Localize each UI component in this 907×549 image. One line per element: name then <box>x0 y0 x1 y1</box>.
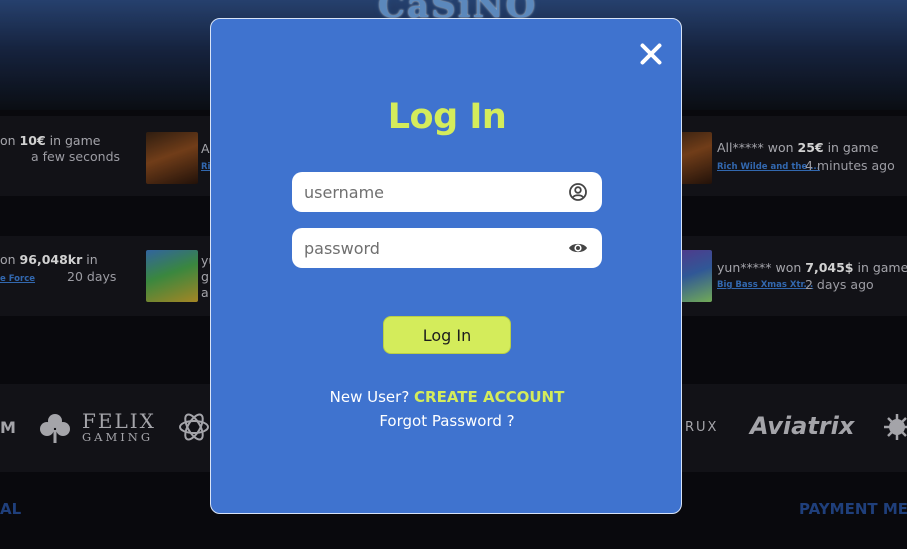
new-user-label: New User? <box>329 388 415 406</box>
password-input[interactable] <box>292 228 562 268</box>
username-field-container <box>292 172 602 212</box>
new-user-row: New User? CREATE ACCOUNT <box>211 388 683 406</box>
username-input[interactable] <box>292 172 562 212</box>
login-modal: Log In Log In New User? CREATE ACCOUNT F… <box>210 18 682 514</box>
password-field-container <box>292 228 602 268</box>
modal-title: Log In <box>387 97 507 137</box>
create-account-link[interactable]: CREATE ACCOUNT <box>414 388 564 406</box>
user-circle-icon <box>569 183 587 201</box>
login-button[interactable]: Log In <box>383 316 511 354</box>
close-button[interactable] <box>638 41 664 67</box>
eye-icon[interactable] <box>568 238 588 258</box>
forgot-password-link[interactable]: Forgot Password ? <box>211 412 683 430</box>
